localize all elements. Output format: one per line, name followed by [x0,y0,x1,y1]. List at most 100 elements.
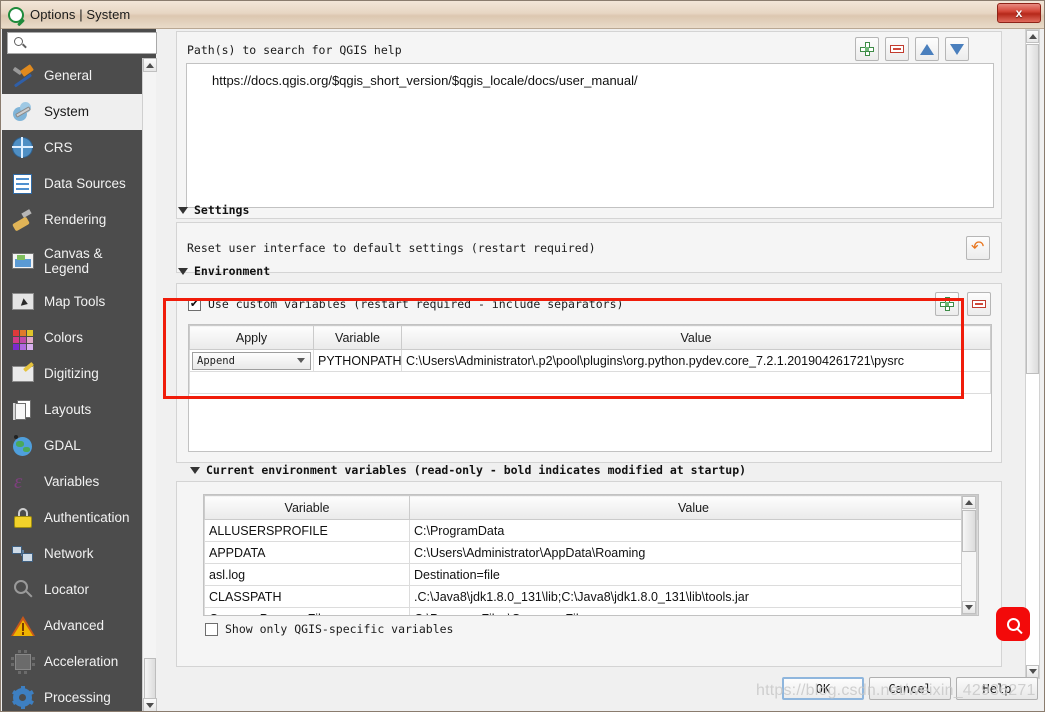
sidebar-item-authentication[interactable]: Authentication [2,500,142,536]
column-header-apply[interactable]: Apply [189,325,314,350]
minus-icon [972,300,986,308]
environment-section-header[interactable]: Environment [178,264,270,278]
triangle-up-icon [920,43,934,55]
scroll-down-button[interactable] [962,601,976,614]
variable-cell: APPDATA [204,541,410,564]
column-header-variable[interactable]: Variable [204,495,410,520]
main-scrollbar[interactable] [1025,29,1040,679]
options-dialog: Options | System x General System CRS Da… [0,0,1045,712]
qgis-logo-icon [8,6,25,26]
table-row[interactable]: ALLUSERSPROFILE C:\ProgramData [204,519,978,542]
table-row[interactable]: asl.log Destination=file [204,563,978,586]
show-only-qgis-row[interactable]: Show only QGIS-specific variables [205,622,453,636]
variable-cell[interactable]: PYTHONPATH [313,349,402,372]
table-row[interactable]: APPDATA C:\Users\Administrator\AppData\R… [204,541,978,564]
sidebar-item-crs[interactable]: CRS [2,130,142,166]
sidebar-item-advanced[interactable]: Advanced [2,608,142,644]
table-row[interactable]: CLASSPATH .C:\Java8\jdk1.8.0_131\lib;C:\… [204,585,978,608]
map-cursor-icon [10,289,36,315]
scroll-thumb[interactable] [962,510,976,552]
sidebar-item-data-sources[interactable]: Data Sources [2,166,142,202]
magnifier-icon [10,577,36,603]
sidebar-scroll-down-button[interactable] [143,698,157,711]
title-bar: Options | System x [1,1,1044,29]
magnifier-icon [1006,617,1023,634]
minus-icon [890,45,904,53]
sidebar-item-layouts[interactable]: Layouts [2,392,142,428]
add-variable-button[interactable] [935,292,959,316]
sidebar-item-variables[interactable]: ε Variables [2,464,142,500]
main-panel: Path(s) to search for QGIS help https://… [172,29,1020,679]
sidebar-scroll-up-button[interactable] [143,58,157,72]
variable-cell: ALLUSERSPROFILE [204,519,410,542]
sidebar-item-gdal[interactable]: GDAL [2,428,142,464]
window-title: Options | System [30,7,131,22]
main-scroll-up-button[interactable] [1026,30,1039,43]
value-cell[interactable]: C:\Users\Administrator\.p2\pool\plugins\… [401,349,991,372]
sidebar-item-general[interactable]: General [2,58,142,94]
search-icon [12,35,28,51]
plus-icon [940,297,954,311]
sidebar-item-label: Advanced [44,618,105,634]
padlock-icon [10,505,36,531]
sidebar-item-rendering[interactable]: Rendering [2,202,142,238]
move-path-up-button[interactable] [915,37,939,61]
plus-icon [860,42,874,56]
sidebar-item-acceleration[interactable]: Acceleration [2,644,142,680]
sidebar-item-label: Colors [44,330,84,346]
remove-variable-button[interactable] [967,292,991,316]
floating-search-button[interactable] [996,607,1030,641]
triangle-down-icon [950,43,964,55]
settings-header-label: Settings [194,203,250,217]
sidebar-item-network[interactable]: Network [2,536,142,572]
help-paths-list[interactable]: https://docs.qgis.org/$qgis_short_versio… [186,63,994,208]
scroll-up-button[interactable] [962,496,976,509]
table-row-empty[interactable] [189,371,991,394]
use-custom-variables-row[interactable]: Use custom variables (restart required -… [188,297,623,311]
reset-ui-button[interactable]: ↷ [966,236,990,260]
settings-section-header[interactable]: Settings [178,203,249,217]
sidebar-item-label: Network [44,546,94,562]
column-header-value[interactable]: Value [401,325,991,350]
show-only-qgis-checkbox[interactable] [205,622,218,636]
value-cell: Destination=file [409,563,978,586]
table-row[interactable]: CommonProgramFiles C:\Program Files\Comm… [204,607,978,615]
use-custom-variables-checkbox[interactable] [188,297,201,311]
close-button[interactable]: x [997,3,1041,23]
undo-arrow-icon: ↷ [971,239,985,256]
move-path-down-button[interactable] [945,37,969,61]
value-cell: C:\Program Files\Common Files [409,607,978,615]
sidebar-scrollbar[interactable] [142,58,157,711]
sidebar-item-locator[interactable]: Locator [2,572,142,608]
variable-cell: CommonProgramFiles [204,607,410,615]
remove-path-button[interactable] [885,37,909,61]
column-header-variable[interactable]: Variable [313,325,402,350]
sidebar-item-system[interactable]: System [2,94,142,130]
help-paths-group: Path(s) to search for QGIS help https://… [176,31,1002,219]
sidebar-item-label: Layouts [44,402,92,418]
current-environment-section-header[interactable]: Current environment variables (read-only… [190,463,746,477]
column-header-value[interactable]: Value [409,495,978,520]
sidebar-item-map-tools[interactable]: Map Tools [2,284,142,320]
table-row[interactable]: Append PYTHONPATH C:\Users\Administrator… [189,349,991,372]
sidebar-item-colors[interactable]: Colors [2,320,142,356]
sidebar-item-canvas-legend[interactable]: Canvas & Legend [2,238,142,284]
apply-cell[interactable]: Append [189,349,314,372]
chip-icon [10,649,36,675]
main-scroll-thumb[interactable] [1026,44,1039,374]
apply-mode-dropdown[interactable]: Append [192,351,311,370]
sidebar-search[interactable] [7,32,187,54]
search-input[interactable] [28,34,187,52]
add-path-button[interactable] [855,37,879,61]
help-path-item[interactable]: https://docs.qgis.org/$qgis_short_versio… [187,64,993,88]
sidebar-item-label: Locator [44,582,90,598]
sidebar-item-digitizing[interactable]: Digitizing [2,356,142,392]
color-swatch-icon [10,325,36,351]
current-variables-scrollbar[interactable] [961,495,977,615]
hammer-icon [10,63,36,89]
canvas-icon [10,248,36,274]
sidebar-item-processing[interactable]: Processing [2,680,142,711]
chevron-down-icon [178,206,188,214]
sidebar-item-label: General [44,68,93,84]
globe-star-icon [10,433,36,459]
